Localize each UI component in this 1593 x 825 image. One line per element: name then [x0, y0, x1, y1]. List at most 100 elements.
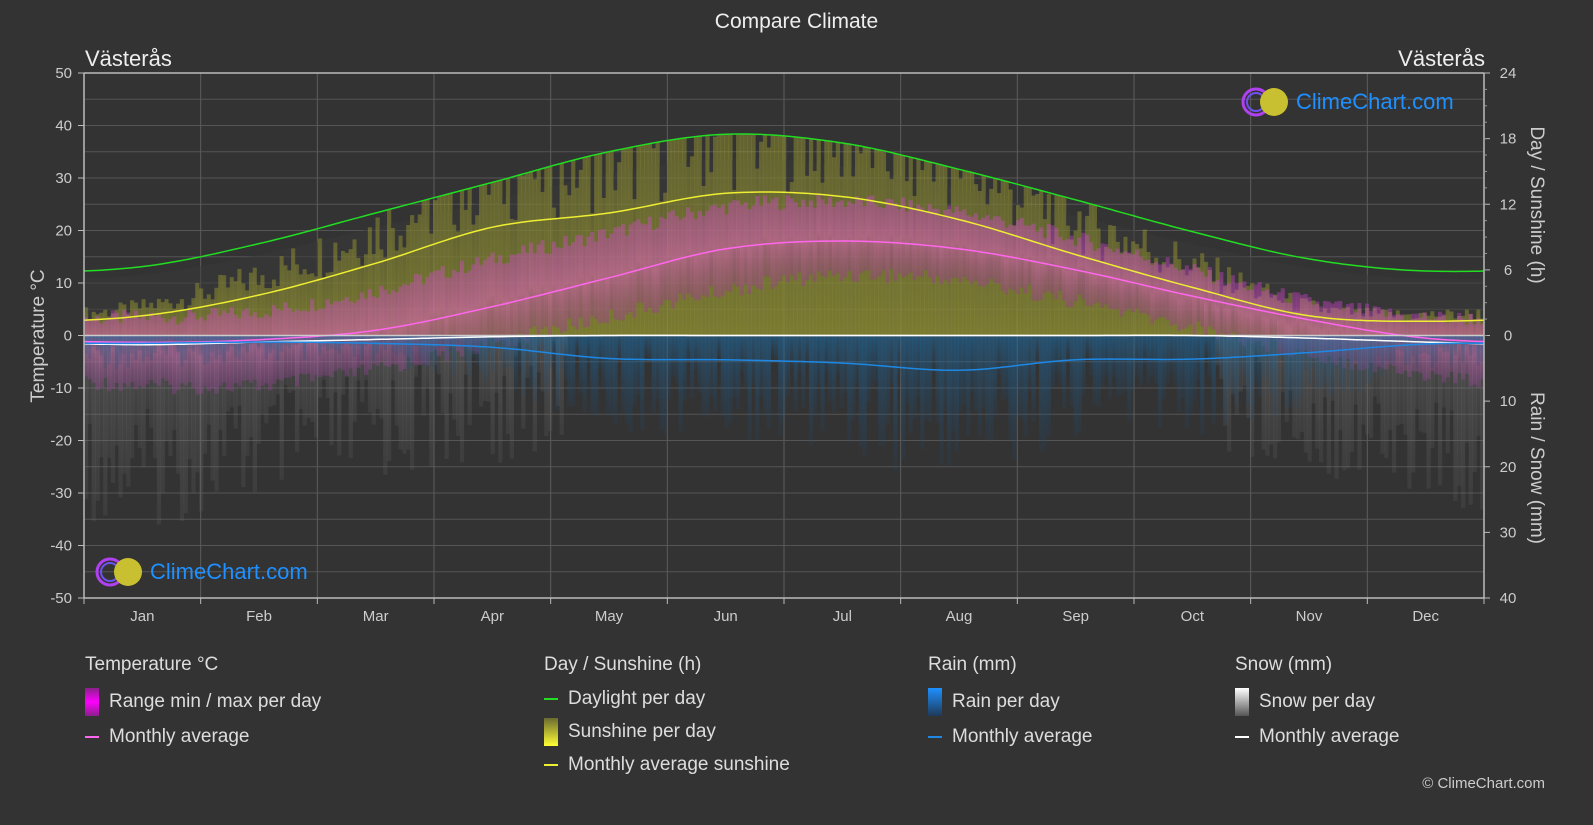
snow-bar	[130, 335, 135, 459]
rain-bar	[843, 335, 848, 394]
temp-range-bar	[801, 199, 806, 286]
rain-bar	[433, 335, 438, 373]
rain-bar	[1019, 335, 1025, 420]
rain-bar	[1246, 335, 1251, 406]
rain-bar	[1023, 335, 1028, 437]
snow-bar	[248, 335, 254, 438]
rain-bar	[586, 335, 591, 364]
rain-bar	[1280, 335, 1285, 360]
rain-bar	[632, 335, 637, 405]
legend-rain-per-day: Rain per day	[928, 688, 1092, 716]
month-label: Dec	[1412, 608, 1439, 625]
temp-range-bar	[1173, 267, 1178, 325]
snow-bar	[172, 335, 177, 430]
rain-bar	[628, 335, 633, 432]
temp-range-bar	[540, 240, 545, 330]
rain-bar	[620, 335, 626, 414]
rain-bar	[1027, 335, 1032, 391]
rain-bar	[812, 335, 818, 415]
left-tick-label: 0	[64, 328, 72, 345]
rain-bar	[927, 335, 933, 423]
rain-bar	[839, 335, 844, 408]
rain-bar	[762, 335, 768, 418]
temp-range-bar	[479, 264, 484, 342]
rain-bar	[1315, 335, 1320, 391]
rain-bar	[747, 335, 752, 440]
temp-range-bar	[1253, 284, 1259, 341]
right-tick-label-mm: 30	[1500, 524, 1517, 541]
rain-bar	[667, 335, 672, 399]
temp-range-bar	[954, 206, 959, 278]
temp-range-bar	[1257, 282, 1262, 342]
temp-range-bar	[578, 235, 584, 318]
rain-bar	[774, 335, 779, 364]
rain-bar	[429, 335, 434, 367]
rain-bar	[1016, 335, 1021, 417]
rain-bar	[908, 335, 913, 434]
rain-bar	[1115, 335, 1121, 397]
rain-bar	[1238, 335, 1243, 370]
rain-bar	[935, 335, 940, 424]
rain-bar	[1104, 335, 1109, 376]
right-tick-label-mm: 20	[1500, 459, 1517, 476]
temp-range-bar	[1062, 240, 1067, 301]
temp-range-bar	[1085, 234, 1090, 306]
left-tick-label: -50	[50, 590, 72, 607]
temp-range-bar	[724, 214, 729, 291]
temp-range-bar	[789, 198, 794, 275]
snow-bar	[183, 335, 188, 514]
rain-bar	[1299, 335, 1305, 398]
rain-bar	[517, 335, 522, 367]
rain-bar	[1177, 335, 1182, 413]
temp-range-bar	[858, 200, 864, 274]
temp-range-bar	[916, 204, 921, 277]
rain-bar	[463, 335, 468, 362]
snow-bar	[210, 335, 215, 481]
rain-bar	[1012, 335, 1017, 461]
rain-bar	[954, 335, 959, 453]
temp-range-bar	[605, 238, 610, 324]
temp-range-bar	[851, 203, 856, 281]
rain-bar	[467, 335, 472, 377]
rain-bar	[1253, 335, 1259, 385]
temp-range-bar	[736, 200, 741, 287]
rain-bar	[782, 335, 787, 421]
rain-bar	[970, 335, 975, 392]
snow-bar	[459, 335, 465, 463]
rain-bar	[1150, 335, 1155, 378]
rain-bar	[1414, 335, 1420, 368]
rain-bar	[1234, 335, 1239, 407]
rain-bar	[1069, 335, 1074, 407]
rain-avg-swatch	[928, 736, 942, 738]
temp-range-bar	[663, 218, 668, 300]
sunshine-avg-swatch	[544, 764, 558, 766]
rain-bar	[87, 335, 93, 359]
rain-bar	[1131, 335, 1136, 391]
rain-bar	[1273, 335, 1278, 416]
right-axis-labels: 24 18 12 6 0 10 20 30 40	[1484, 65, 1516, 607]
left-tick-label: 10	[55, 275, 72, 292]
temp-range-bar	[521, 245, 526, 341]
right-tick-label-hours: 0	[1504, 328, 1512, 345]
snow-bar	[1445, 335, 1450, 454]
snow-bar	[379, 335, 384, 419]
legend-snow-title: Snow (mm)	[1235, 654, 1333, 675]
temp-range-bar	[743, 202, 748, 285]
legend-label: Sunshine per day	[568, 721, 716, 742]
temp-range-swatch	[85, 688, 99, 716]
temp-range-bar	[486, 256, 491, 338]
temp-range-bar	[755, 196, 760, 289]
rain-bar	[1330, 335, 1335, 396]
temp-range-bar	[498, 255, 503, 341]
logo-bottom-left[interactable]: ClimeChart.com	[94, 556, 308, 588]
temp-range-bar	[628, 224, 633, 312]
temp-range-bar	[659, 216, 664, 306]
left-tick-label: -30	[50, 485, 72, 502]
snow-bar	[1453, 335, 1458, 501]
rain-swatch	[928, 688, 942, 716]
temp-range-bar	[1223, 284, 1228, 337]
snow-swatch	[1235, 688, 1249, 716]
logo-top-right[interactable]: ClimeChart.com	[1240, 86, 1454, 118]
temp-range-bar	[1119, 253, 1124, 317]
temp-range-bar	[1157, 264, 1163, 318]
